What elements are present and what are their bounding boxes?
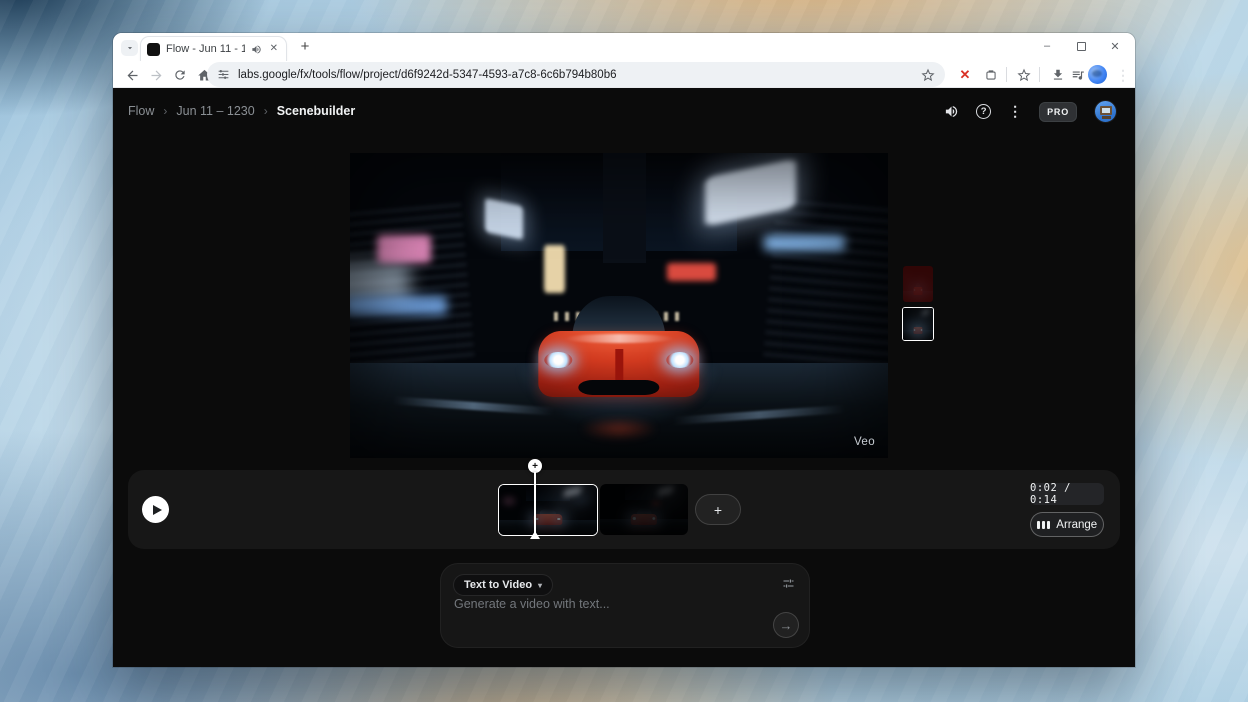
prompt-settings-icon[interactable] (781, 576, 796, 591)
arrange-label: Arrange (1056, 519, 1097, 531)
time-display: 0:02 / 0:14 (1030, 483, 1104, 505)
mode-label: Text to Video (464, 579, 532, 591)
tab-audio-icon[interactable] (251, 44, 262, 55)
chevron-down-icon: ▾ (538, 581, 542, 590)
breadcrumb-separator: › (163, 104, 167, 118)
extension-red-icon[interactable]: ✕ (953, 63, 977, 87)
browser-menu-icon[interactable]: ⋮ (1111, 63, 1135, 87)
play-button[interactable] (142, 496, 169, 523)
browser-toolbar: labs.google/fx/tools/flow/project/d6f924… (113, 61, 1135, 88)
media-queue-icon[interactable] (1066, 63, 1090, 87)
add-clip-button[interactable]: + (695, 494, 741, 525)
toolbar-divider (1039, 67, 1040, 82)
mode-selector[interactable]: Text to Video ▾ (453, 574, 553, 596)
minimize-button[interactable]: – (1033, 36, 1061, 56)
close-window-button[interactable]: ✕ (1101, 36, 1129, 56)
arrange-button[interactable]: Arrange (1030, 512, 1104, 537)
prompt-box: Text to Video ▾ → (440, 563, 810, 648)
forward-button[interactable] (144, 63, 168, 87)
breadcrumb: Flow › Jun 11 – 1230 › Scenebuilder (128, 104, 355, 118)
window-controls: – ✕ (1033, 36, 1129, 56)
tab-title: Flow - Jun 11 - 1230 (166, 43, 245, 55)
flow-app: Flow › Jun 11 – 1230 › Scenebuilder ? ⋮ … (113, 88, 1135, 667)
desktop-wallpaper: Flow - Jun 11 - 1230 ✕ + – ✕ (0, 0, 1248, 702)
pro-badge: PRO (1039, 102, 1077, 122)
tab-search-chevron-icon[interactable] (121, 40, 138, 56)
tab-strip: Flow - Jun 11 - 1230 ✕ + – ✕ (113, 33, 1135, 61)
play-icon (153, 505, 162, 515)
help-icon[interactable]: ? (976, 104, 991, 119)
new-tab-button[interactable]: + (296, 39, 314, 57)
veo-watermark: Veo (854, 436, 875, 448)
variant-thumbnail-1[interactable] (903, 266, 933, 302)
arrange-icon (1037, 521, 1051, 529)
video-preview[interactable]: Veo (350, 153, 888, 458)
variant-thumbnail-2-selected[interactable] (902, 307, 934, 341)
toolbar-divider (1006, 67, 1007, 82)
timeline-clip-1-selected[interactable] (498, 484, 598, 536)
playhead[interactable]: + (528, 459, 542, 542)
url-bar[interactable]: labs.google/fx/tools/flow/project/d6f924… (207, 62, 945, 87)
url-text: labs.google/fx/tools/flow/project/d6f924… (238, 69, 913, 81)
browser-tab[interactable]: Flow - Jun 11 - 1230 ✕ (140, 36, 287, 61)
playhead-line (534, 472, 536, 534)
maximize-button[interactable] (1067, 36, 1095, 56)
browser-window: Flow - Jun 11 - 1230 ✕ + – ✕ (113, 33, 1135, 667)
timeline-bar: + + 0:02 / 0:14 Arrange (128, 470, 1120, 549)
flow-favicon-icon (147, 43, 160, 56)
breadcrumb-flow[interactable]: Flow (128, 104, 154, 118)
playhead-add-icon[interactable]: + (528, 459, 542, 473)
playhead-handle[interactable] (530, 531, 540, 539)
avatar-computer-icon (1100, 106, 1112, 115)
submit-button[interactable]: → (773, 612, 799, 638)
tab-close-icon[interactable]: ✕ (268, 42, 280, 56)
site-settings-icon[interactable] (217, 68, 230, 81)
user-avatar[interactable] (1094, 100, 1117, 123)
breadcrumb-page: Scenebuilder (277, 104, 356, 118)
breadcrumb-separator: › (264, 104, 268, 118)
bookmark-star-icon[interactable] (921, 68, 935, 82)
sparkle-star-icon[interactable] (1012, 63, 1036, 87)
reload-button[interactable] (168, 63, 192, 87)
app-menu-icon[interactable]: ⋮ (1008, 103, 1022, 120)
back-button[interactable] (120, 63, 144, 87)
breadcrumb-project[interactable]: Jun 11 – 1230 (176, 104, 254, 118)
browser-profile-avatar[interactable] (1088, 65, 1107, 84)
app-header-actions: ? ⋮ PRO (944, 100, 1117, 123)
extension-box-icon[interactable] (979, 63, 1003, 87)
maximize-icon (1077, 42, 1086, 51)
prompt-input[interactable] (454, 597, 789, 633)
video-frame-city-car: Veo (350, 153, 888, 458)
volume-icon[interactable] (944, 104, 959, 119)
timeline-clip-2[interactable] (600, 484, 688, 535)
